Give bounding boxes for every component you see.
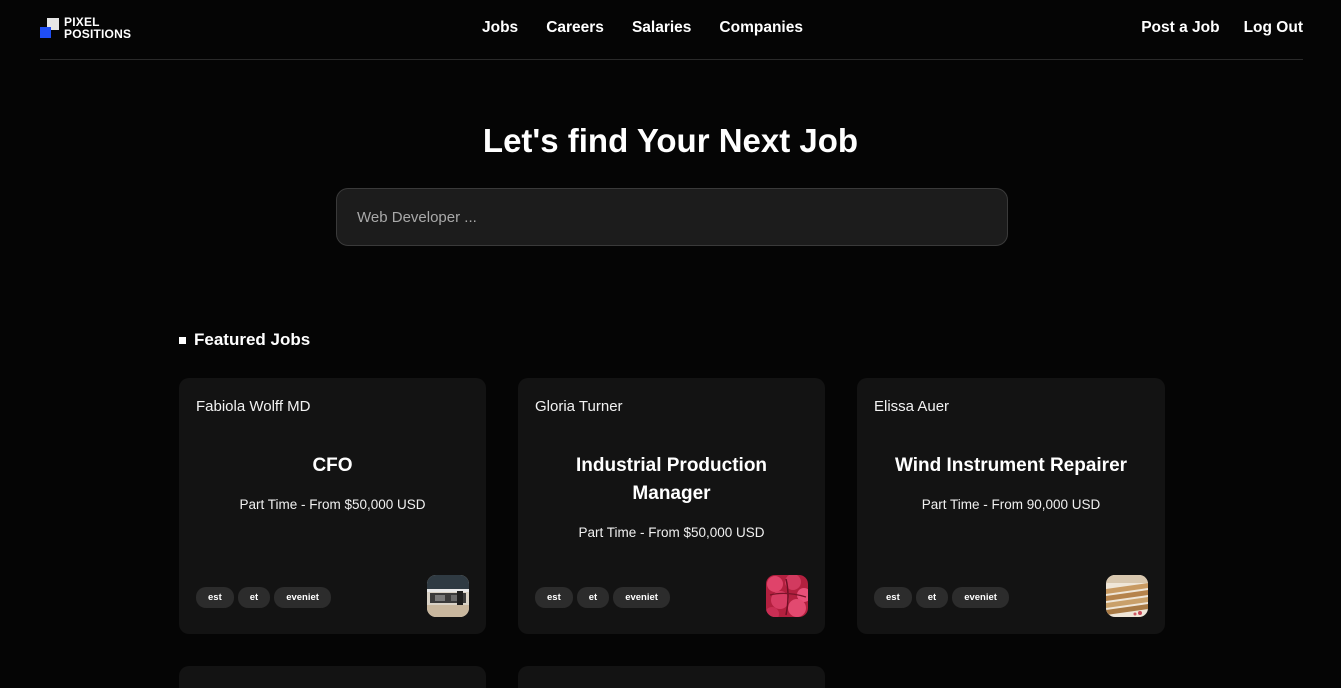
- log-out-link[interactable]: Log Out: [1244, 19, 1303, 37]
- job-meta: Part Time - From $50,000 USD: [239, 497, 426, 512]
- job-title[interactable]: CFO: [209, 452, 456, 480]
- job-meta: Part Time - From 90,000 USD: [921, 497, 1101, 512]
- wood-panels-photo-icon: [1106, 575, 1148, 617]
- post-job-link[interactable]: Post a Job: [1141, 19, 1219, 37]
- nav-jobs[interactable]: Jobs: [482, 19, 518, 37]
- page: PIXEL POSITIONS Jobs Careers Salaries Co…: [0, 0, 1341, 688]
- tag[interactable]: est: [874, 587, 912, 608]
- job-search-input[interactable]: [336, 188, 1008, 246]
- employer-name: Gloria Turner: [535, 398, 623, 415]
- job-card[interactable]: [179, 666, 486, 688]
- employer-name: Fabiola Wolff MD: [196, 398, 311, 415]
- top-navigation: PIXEL POSITIONS Jobs Careers Salaries Co…: [40, 0, 1303, 60]
- brand-logo[interactable]: PIXEL POSITIONS: [40, 16, 140, 41]
- office-photo-icon: [427, 575, 469, 617]
- employer-name: Elissa Auer: [874, 398, 950, 415]
- featured-jobs-heading: Featured Jobs: [179, 330, 310, 350]
- nav-companies[interactable]: Companies: [719, 19, 803, 37]
- tag[interactable]: et: [915, 587, 949, 608]
- nav-careers[interactable]: Careers: [546, 19, 604, 37]
- tag[interactable]: est: [535, 587, 573, 608]
- logo-text-line2: POSITIONS: [64, 27, 132, 41]
- tag-list: est et eveniet: [535, 587, 670, 608]
- tag[interactable]: et: [237, 587, 271, 608]
- square-bullet-icon: [179, 336, 186, 344]
- job-meta: Part Time - From $50,000 USD: [578, 525, 765, 540]
- logo-text: PIXEL POSITIONS: [64, 16, 131, 40]
- job-card[interactable]: [518, 666, 825, 688]
- job-card[interactable]: Elissa Auer Wind Instrument Repairer Par…: [857, 378, 1165, 634]
- nav-salaries[interactable]: Salaries: [632, 19, 691, 37]
- job-card[interactable]: Gloria Turner Industrial Production Mana…: [518, 378, 825, 634]
- red-fabric-photo-icon: [766, 575, 808, 617]
- job-card[interactable]: Fabiola Wolff MD CFO Part Time - From $5…: [179, 378, 486, 634]
- job-title[interactable]: Industrial Production Manager: [548, 452, 795, 508]
- job-title[interactable]: Wind Instrument Repairer: [887, 452, 1135, 480]
- tag-list: est et eveniet: [874, 587, 1009, 608]
- main-nav: Jobs Careers Salaries Companies: [482, 19, 803, 37]
- tag-list: est et eveniet: [196, 587, 331, 608]
- tag[interactable]: eveniet: [613, 587, 670, 608]
- hero-title: Let's find Your Next Job: [482, 122, 859, 159]
- tag[interactable]: et: [576, 587, 610, 608]
- logo-square-blue: [40, 27, 51, 38]
- tag[interactable]: est: [196, 587, 234, 608]
- section-title: Featured Jobs: [194, 330, 311, 349]
- tag[interactable]: eveniet: [274, 587, 331, 608]
- account-nav: Post a Job Log Out: [1141, 19, 1303, 37]
- tag[interactable]: eveniet: [952, 587, 1009, 608]
